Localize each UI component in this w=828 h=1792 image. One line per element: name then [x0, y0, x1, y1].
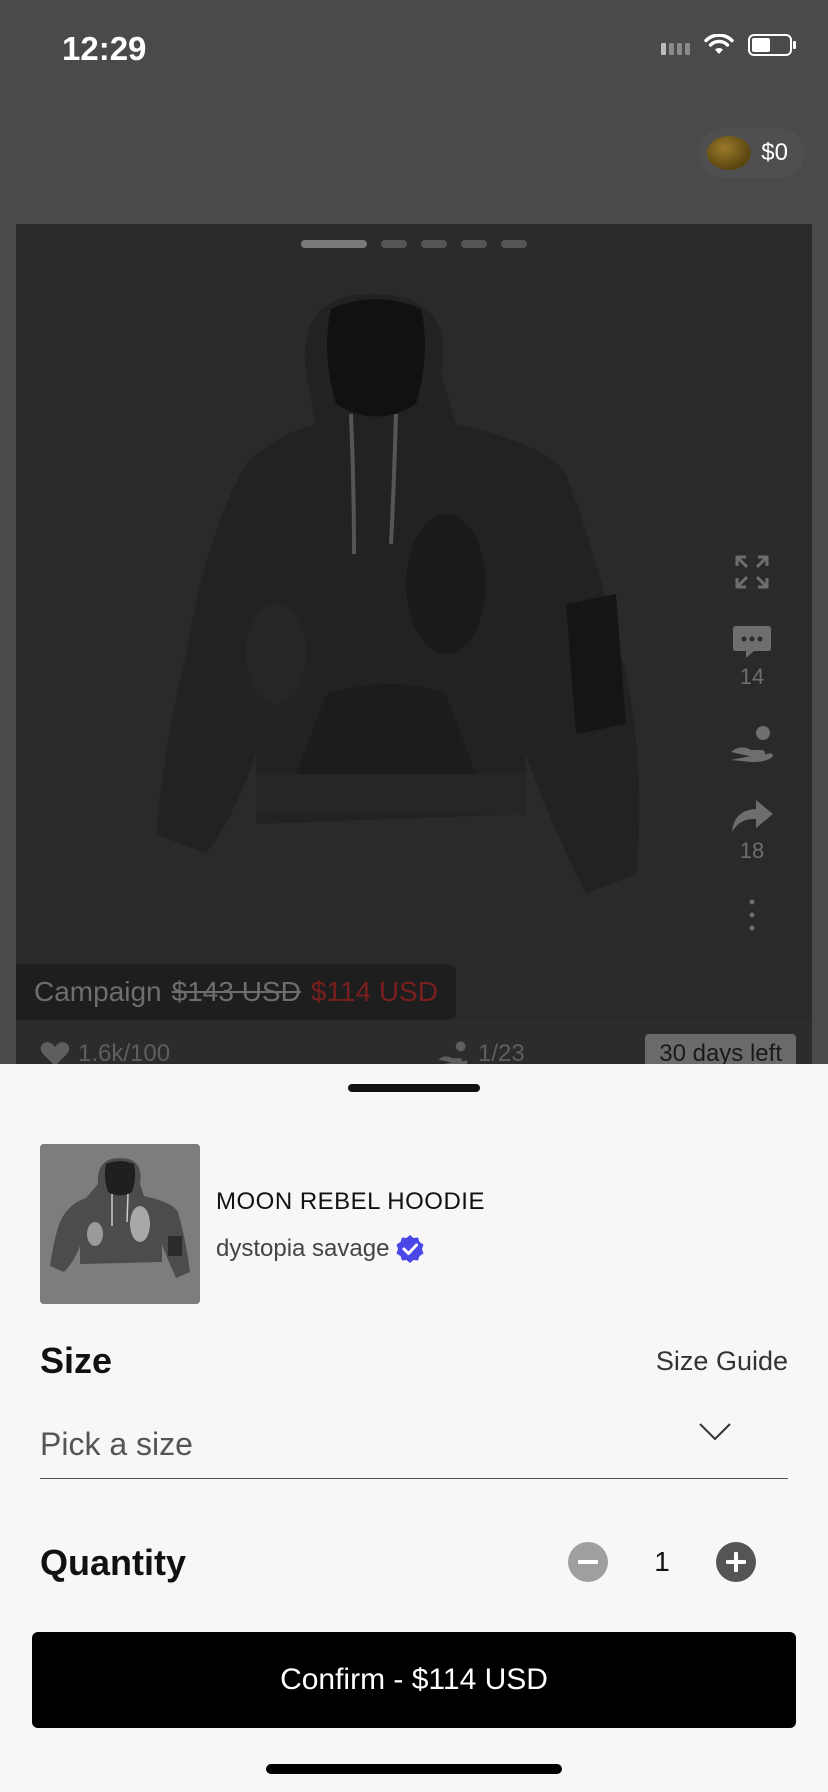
cellular-signal-icon	[661, 35, 690, 55]
more-button[interactable]	[748, 898, 756, 932]
coin-icon	[707, 136, 752, 170]
campaign-banner: Campaign $143 USD $114 USD	[16, 964, 456, 1020]
size-guide-link[interactable]: Size Guide	[656, 1346, 788, 1377]
confirm-button[interactable]: Confirm - $114 USD	[32, 1632, 796, 1728]
increase-quantity-button[interactable]	[716, 1542, 756, 1582]
home-indicator	[266, 1764, 562, 1774]
original-price: $143 USD	[171, 976, 301, 1007]
status-bar: 12:29	[0, 0, 828, 100]
side-actions: 14 18	[722, 554, 782, 966]
likes-stat[interactable]: 1.6k/100	[40, 1040, 170, 1064]
status-icons	[661, 34, 796, 56]
purchase-sheet: MOON REBEL HOODIE dystopia savage Size S…	[0, 1064, 828, 1792]
pager-dot[interactable]	[381, 240, 407, 248]
product-hero[interactable]: 14 18 Campaign $143 USD $114 USD 1.6k/10…	[16, 224, 812, 1064]
wallet-balance: $0	[761, 139, 788, 166]
decrease-quantity-button[interactable]	[568, 1542, 608, 1582]
pager-dot[interactable]	[421, 240, 447, 248]
wallet-balance-pill[interactable]: $0	[699, 128, 804, 178]
wifi-icon	[704, 34, 734, 54]
comment-count: 14	[739, 664, 765, 689]
comment-icon	[733, 626, 771, 658]
heart-icon	[40, 1042, 70, 1064]
share-button[interactable]: 18	[730, 798, 774, 864]
more-icon	[749, 899, 755, 931]
comment-button[interactable]: 14	[732, 624, 772, 690]
likes-count: 1.6k/100	[78, 1040, 171, 1064]
seller-name: dystopia savage	[216, 1235, 390, 1262]
size-placeholder: Pick a size	[40, 1426, 193, 1462]
expand-icon	[735, 555, 769, 589]
image-pager	[16, 240, 812, 248]
campaign-stats-bar: 1.6k/100 1/23 30 days left	[16, 1020, 812, 1064]
share-icon	[732, 800, 773, 832]
pager-dot[interactable]	[461, 240, 487, 248]
product-name: MOON REBEL HOODIE	[216, 1188, 485, 1215]
support-icon	[731, 726, 773, 762]
expand-button[interactable]	[734, 554, 770, 590]
support-button[interactable]	[729, 724, 775, 764]
hoodie-thumbnail-image	[40, 1144, 200, 1304]
verified-badge-icon	[396, 1235, 424, 1263]
backers-count: 1/23	[478, 1040, 525, 1064]
status-time: 12:29	[62, 30, 147, 67]
quantity-title: Quantity	[40, 1542, 187, 1583]
quantity-value: 1	[654, 1546, 670, 1577]
sheet-grabber[interactable]	[348, 1084, 480, 1092]
seller-name-row[interactable]: dystopia savage	[216, 1234, 425, 1264]
size-select[interactable]: Pick a size	[40, 1404, 788, 1479]
sale-price: $114 USD	[310, 976, 438, 1007]
share-count: 18	[739, 838, 765, 863]
pager-dot[interactable]	[501, 240, 527, 248]
support-icon	[438, 1041, 468, 1064]
hoodie-image	[156, 294, 640, 894]
campaign-label: Campaign	[34, 976, 162, 1007]
backers-stat: 1/23	[436, 1040, 525, 1064]
size-title: Size	[40, 1340, 113, 1381]
pager-dot[interactable]	[301, 240, 367, 248]
chevron-down-icon	[699, 1423, 731, 1441]
product-thumbnail	[40, 1144, 200, 1304]
battery-icon	[748, 34, 796, 56]
days-left-badge: 30 days left	[645, 1034, 796, 1064]
